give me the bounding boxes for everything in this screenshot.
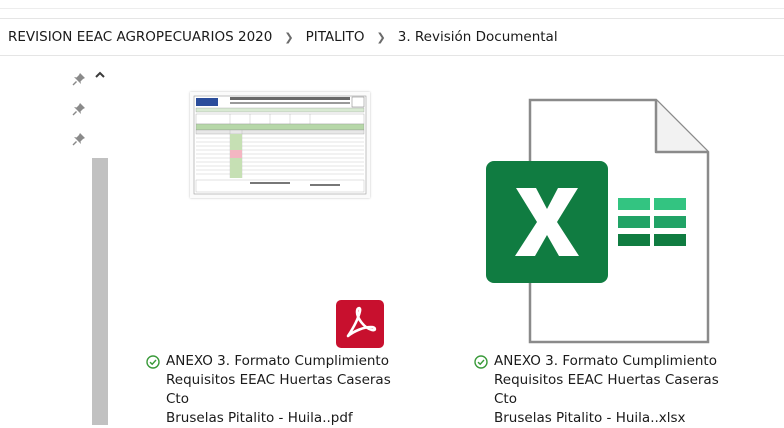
file-name-pdf[interactable]: ANEXO 3. Formato Cumplimiento Requisitos… bbox=[146, 352, 416, 428]
pin-icon[interactable] bbox=[72, 72, 86, 86]
scrollbar-thumb[interactable] bbox=[92, 158, 108, 425]
file-name-line: Requisitos EEAC Huertas Caseras Cto bbox=[494, 372, 719, 407]
file-name-line: ANEXO 3. Formato Cumplimiento bbox=[494, 353, 717, 369]
file-name-line: ANEXO 3. Formato Cumplimiento bbox=[166, 353, 389, 369]
file-name-line: Requisitos EEAC Huertas Caseras Cto bbox=[166, 372, 391, 407]
breadcrumb-item-pitalito[interactable]: PITALITO bbox=[306, 29, 365, 45]
pin-icon[interactable] bbox=[72, 132, 86, 146]
breadcrumb-item-revision[interactable]: REVISION EEAC AGROPECUARIOS 2020 bbox=[8, 29, 272, 45]
breadcrumb: REVISION EEAC AGROPECUARIOS 2020 ❯ PITAL… bbox=[0, 18, 784, 56]
document-thumbnail bbox=[190, 92, 370, 198]
file-tile-pdf[interactable]: ANEXO 3. Formato Cumplimiento Requisitos… bbox=[140, 80, 420, 426]
file-name-xlsx[interactable]: ANEXO 3. Formato Cumplimiento Requisitos… bbox=[474, 352, 744, 428]
chevron-right-icon[interactable]: ❯ bbox=[284, 31, 293, 44]
chevron-up-icon[interactable] bbox=[93, 68, 107, 82]
window-top-edge bbox=[0, 0, 784, 9]
file-name-line: Bruselas Pitalito - Huila..xlsx bbox=[494, 410, 686, 426]
acrobat-pdf-icon bbox=[336, 300, 384, 348]
breadcrumb-item-revision-documental[interactable]: 3. Revisión Documental bbox=[398, 29, 558, 45]
sync-ok-icon bbox=[474, 355, 488, 369]
file-tile-xlsx[interactable]: ANEXO 3. Formato Cumplimiento Requisitos… bbox=[468, 80, 748, 426]
pin-icon[interactable] bbox=[72, 102, 86, 116]
vertical-scrollbar[interactable] bbox=[90, 66, 110, 425]
excel-icon bbox=[486, 98, 710, 344]
sync-ok-icon bbox=[146, 355, 160, 369]
spreadsheet-preview-image bbox=[193, 95, 367, 195]
file-name-line: Bruselas Pitalito - Huila..pdf bbox=[166, 410, 353, 426]
chevron-right-icon[interactable]: ❯ bbox=[377, 31, 386, 44]
